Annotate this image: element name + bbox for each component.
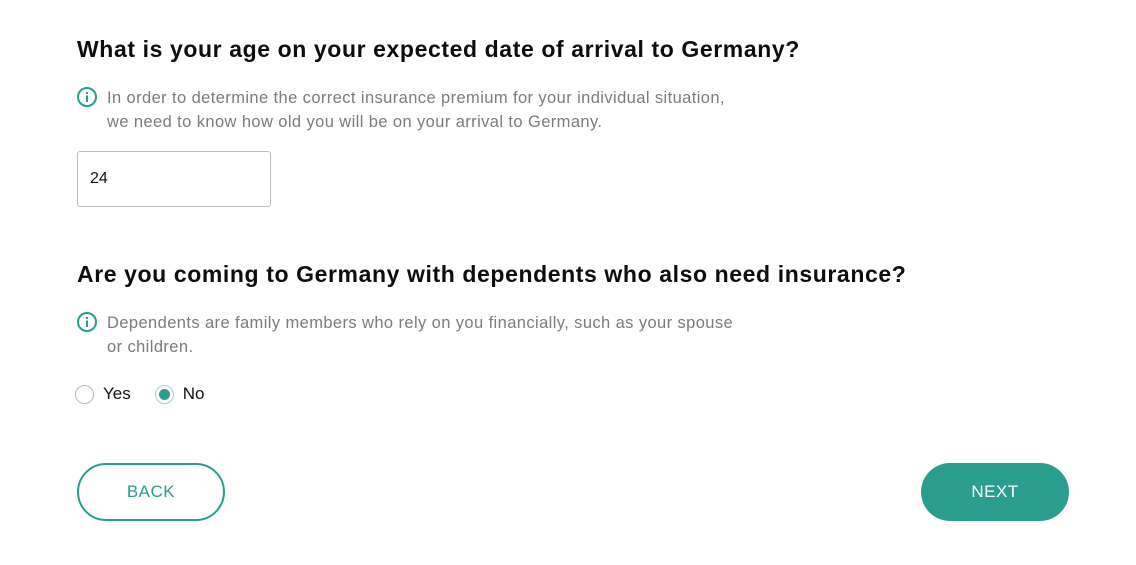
radio-yes[interactable] <box>75 384 94 404</box>
age-info-text: In order to determine the correct insura… <box>107 89 725 131</box>
dependents-option-no[interactable]: No <box>154 384 205 404</box>
radio-yes-label[interactable]: Yes <box>103 384 131 404</box>
age-input[interactable] <box>77 151 271 207</box>
dependents-radio-group: Yes No <box>75 382 204 406</box>
info-icon <box>77 87 97 107</box>
dependents-info-text: Dependents are family members who rely o… <box>107 314 734 356</box>
dependents-option-yes[interactable]: Yes <box>75 384 131 404</box>
age-question-title: What is your age on your expected date o… <box>77 36 800 62</box>
radio-selected-dot <box>158 388 170 400</box>
next-button[interactable]: NEXT <box>921 463 1069 521</box>
back-button[interactable]: BACK <box>77 463 225 521</box>
dependents-question-title: Are you coming to Germany with dependent… <box>77 261 907 287</box>
radio-no[interactable] <box>154 384 174 404</box>
info-icon <box>77 312 97 332</box>
radio-no-label[interactable]: No <box>183 384 205 404</box>
